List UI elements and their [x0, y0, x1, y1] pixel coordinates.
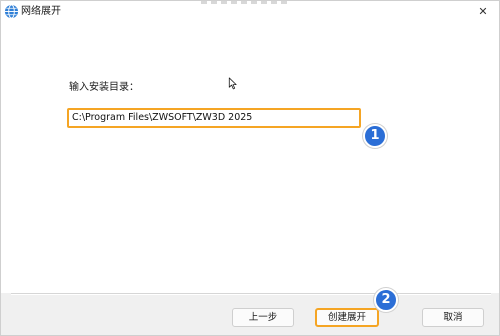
dialog-content: 输入安装目录： C:\Program Files\ZWSOFT\ZW3D 202…: [1, 23, 499, 293]
step-1-badge: 1: [363, 124, 387, 148]
close-icon[interactable]: ✕: [475, 4, 491, 20]
footer-divider: [11, 293, 491, 295]
globe-icon: [4, 4, 19, 19]
install-directory-label: 输入安装目录：: [69, 82, 139, 93]
title-bar: 网络展开 ✕: [1, 1, 499, 23]
install-path-input[interactable]: C:\Program Files\ZWSOFT\ZW3D 2025: [67, 108, 361, 128]
background-window-ghost: [201, 1, 291, 4]
cancel-button[interactable]: 取消: [422, 308, 484, 327]
network-deploy-dialog: 网络展开 ✕ 输入安装目录： C:\Program Files\ZWSOFT\Z…: [0, 0, 500, 336]
step-2-badge: 2: [374, 288, 398, 312]
create-deploy-button[interactable]: 创建展开: [315, 308, 379, 327]
window-title: 网络展开: [21, 6, 61, 17]
previous-step-button[interactable]: 上一步: [232, 308, 294, 327]
mouse-cursor-icon: [228, 77, 237, 90]
